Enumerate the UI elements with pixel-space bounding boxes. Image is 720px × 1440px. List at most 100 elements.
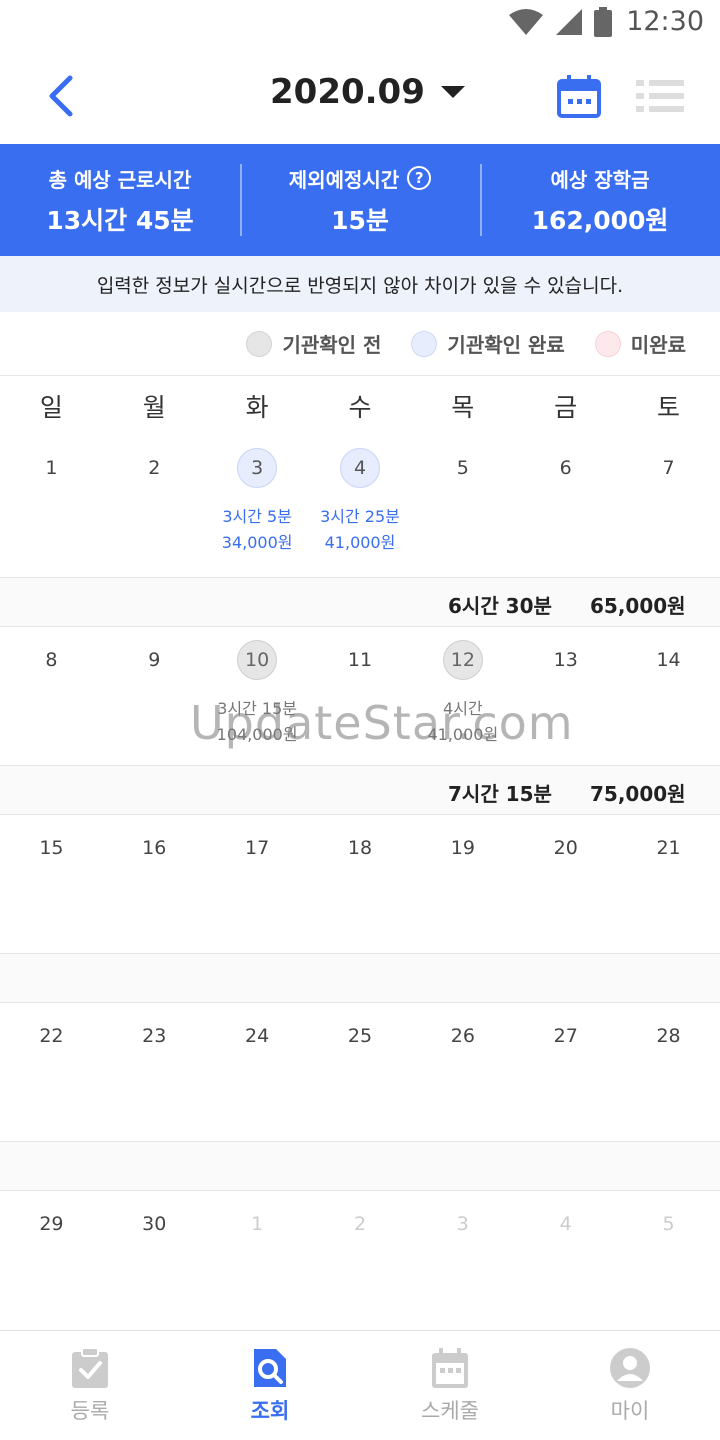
app-bar: 2020.09 — [0, 48, 720, 144]
day-number: 17 — [245, 837, 270, 859]
day-number: 29 — [39, 1213, 64, 1235]
calendar-day[interactable]: 2 — [309, 1204, 412, 1244]
nav-register[interactable]: 등록 — [0, 1331, 180, 1440]
calendar-day[interactable]: 21 — [617, 828, 720, 868]
calendar-day[interactable]: 17 — [206, 828, 309, 868]
calendar-day[interactable]: 30 — [103, 1204, 206, 1244]
calendar-day[interactable]: 7 — [617, 448, 720, 488]
day-number: 4 — [559, 1213, 572, 1235]
legend-item: 기관확인 완료 — [411, 329, 565, 358]
day-number: 15 — [39, 837, 64, 859]
day-number: 7 — [662, 457, 675, 479]
calendar-day[interactable]: 9 — [103, 640, 206, 680]
day-number: 2 — [148, 457, 161, 479]
week-total-pay: 65,000원 — [590, 594, 686, 618]
watermark: UpdateStar.com — [190, 696, 574, 750]
weekday-label: 목 — [451, 393, 475, 422]
calendar-day[interactable]: 11 — [309, 640, 412, 680]
calendar-day[interactable]: 27 — [514, 1016, 617, 1056]
calendar-day[interactable]: 8 — [0, 640, 103, 680]
day-number: 5 — [456, 457, 469, 479]
calendar-day[interactable]: 2 — [103, 448, 206, 488]
nav-label: 등록 — [70, 1399, 110, 1423]
help-icon[interactable]: ? — [407, 166, 432, 190]
day-number: 16 — [142, 837, 167, 859]
nav-schedule[interactable]: 스케줄 — [360, 1331, 540, 1440]
calendar-day[interactable]: 4 — [514, 1204, 617, 1244]
nav-inquiry[interactable]: 조회 — [180, 1331, 360, 1440]
calendar-day[interactable]: 6 — [514, 448, 617, 488]
battery-icon — [594, 6, 613, 37]
day-number: 26 — [450, 1025, 475, 1047]
calendar-day[interactable]: 20 — [514, 828, 617, 868]
calendar-day[interactable]: 14 — [617, 640, 720, 680]
calendar-day[interactable]: 3 3시간 5분 34,000원 — [206, 448, 309, 556]
status-time: 12:30 — [626, 6, 704, 37]
calendar-day[interactable]: 13 — [514, 640, 617, 680]
signal-icon — [556, 8, 583, 35]
summary-excluded-hours: 제외예정시간 ? 15분 — [240, 144, 480, 256]
day-number: 2 — [353, 1213, 367, 1235]
day-pay: 41,000원 — [324, 533, 396, 552]
list-view-icon[interactable] — [636, 78, 684, 114]
summary-value: 15분 — [331, 205, 389, 235]
notice-banner: 입력한 정보가 실시간으로 반영되지 않아 차이가 있을 수 있습니다. — [0, 256, 720, 312]
calendar-day[interactable]: 28 — [617, 1016, 720, 1056]
legend-item: 미완료 — [594, 329, 686, 358]
wifi-icon — [509, 8, 544, 35]
nav-label: 스케줄 — [421, 1399, 479, 1423]
calendar-day[interactable]: 26 — [411, 1016, 514, 1056]
day-number: 30 — [142, 1213, 167, 1235]
day-work-info: 3시간 25분 41,000원 — [309, 504, 412, 556]
day-number: 25 — [347, 1025, 373, 1047]
calendar-day[interactable]: 29 — [0, 1204, 103, 1244]
day-number: 22 — [39, 1025, 64, 1047]
legend: 기관확인 전 기관확인 완료 미완료 — [0, 312, 720, 376]
weekday-label: 금 — [554, 393, 578, 422]
summary-total-hours: 총 예상 근로시간 13시간 45분 — [0, 144, 240, 256]
day-number: 12 — [442, 640, 483, 680]
calendar-day[interactable]: 5 — [617, 1204, 720, 1244]
summary-value: 13시간 45분 — [46, 205, 194, 235]
back-icon[interactable] — [40, 74, 84, 118]
calendar-day[interactable]: 5 — [411, 448, 514, 488]
nav-label: 조회 — [250, 1399, 290, 1423]
calendar-day[interactable]: 1 — [0, 448, 103, 488]
calendar-day[interactable]: 16 — [103, 828, 206, 868]
legend-label: 기관확인 전 — [282, 333, 382, 357]
weekday-header: 일 월 화 수 목 금 토 — [0, 378, 720, 438]
calendar-day[interactable]: 18 — [309, 828, 412, 868]
calendar-day[interactable]: 15 — [0, 828, 103, 868]
legend-label: 기관확인 완료 — [447, 333, 565, 357]
calendar-day[interactable]: 19 — [411, 828, 514, 868]
week-total-hours: 7시간 15분 — [448, 782, 552, 806]
day-number: 3 — [237, 448, 278, 488]
calendar-day[interactable]: 1 — [206, 1204, 309, 1244]
nav-label: 마이 — [610, 1399, 650, 1423]
day-number: 9 — [148, 649, 161, 671]
calendar-day[interactable]: 23 — [103, 1016, 206, 1056]
weekday-label: 월 — [142, 393, 166, 422]
week-summary-row — [0, 1141, 720, 1191]
calendar-day[interactable]: 24 — [206, 1016, 309, 1056]
day-number: 19 — [450, 837, 475, 859]
nav-my[interactable]: 마이 — [540, 1331, 720, 1440]
day-number: 23 — [142, 1025, 167, 1047]
day-hours: 3시간 25분 — [320, 507, 400, 526]
calendar-day[interactable]: 3 — [411, 1204, 514, 1244]
day-number: 4 — [339, 448, 380, 488]
calendar-view-icon[interactable] — [556, 74, 602, 118]
month-selector[interactable]: 2020.09 — [270, 72, 465, 112]
day-number: 27 — [553, 1025, 578, 1047]
summary-value: 162,000원 — [531, 205, 669, 235]
chevron-down-icon — [440, 86, 465, 98]
week-total-pay: 75,000원 — [590, 782, 686, 806]
calendar-day[interactable]: 22 — [0, 1016, 103, 1056]
calendar-icon — [432, 1348, 468, 1388]
calendar-day[interactable]: 25 — [309, 1016, 412, 1056]
day-number: 24 — [245, 1025, 270, 1047]
summary-label: 예상 장학금 — [550, 167, 650, 192]
calendar-day[interactable]: 4 3시간 25분 41,000원 — [309, 448, 412, 556]
legend-dot-icon — [246, 330, 273, 357]
day-number: 8 — [45, 649, 58, 671]
